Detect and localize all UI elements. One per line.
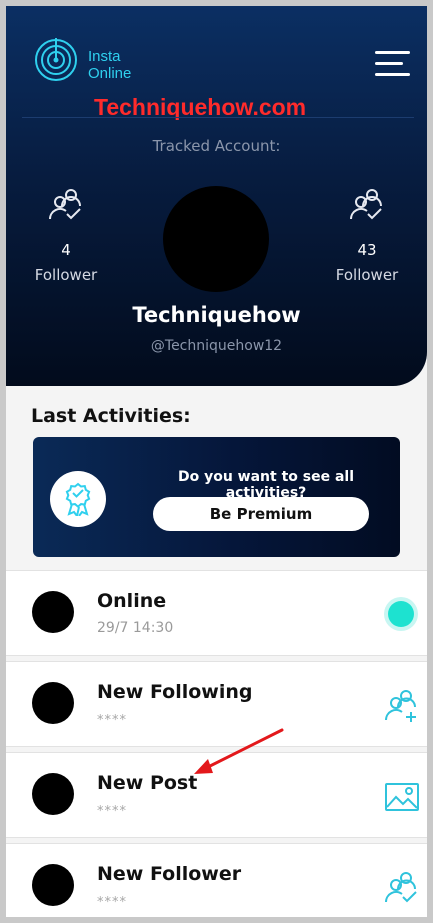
activity-row-online[interactable]: Online 29/7 14:30 <box>6 570 427 656</box>
stat-left-label: Follower <box>34 266 98 284</box>
activity-masked-detail: **** <box>97 713 127 728</box>
activity-row-new-follower[interactable]: New Follower **** <box>6 843 427 917</box>
activity-masked-detail: **** <box>97 895 127 910</box>
stat-right-label: Follower <box>335 266 399 284</box>
user-add-icon <box>385 690 416 722</box>
activity-title: Online <box>97 590 167 612</box>
image-icon <box>385 783 419 811</box>
profile-handle: @Techniquehow12 <box>150 338 283 354</box>
app-screen: Insta Online Techniquehow.com Tracked Ac… <box>6 6 427 917</box>
premium-banner: Do you want to see all activities? Be Pr… <box>33 437 400 557</box>
tracked-account-header: Insta Online Techniquehow.com Tracked Ac… <box>6 6 427 386</box>
hamburger-menu-icon[interactable] <box>375 51 410 77</box>
profile-avatar[interactable] <box>163 186 269 292</box>
stat-followers-left[interactable]: 4 Follower <box>11 186 121 284</box>
activity-title: New Following <box>97 681 253 703</box>
stat-followers-right[interactable]: 43 Follower <box>312 186 422 284</box>
profile-name: Techniquehow <box>132 303 301 327</box>
award-ribbon-icon <box>65 482 91 516</box>
annotation-arrow-icon <box>194 728 284 774</box>
activity-title: New Follower <box>97 863 242 885</box>
stat-right-value: 43 <box>357 241 377 259</box>
activity-avatar <box>32 864 74 906</box>
activity-timestamp: 29/7 14:30 <box>97 620 174 636</box>
stat-left-value: 4 <box>61 241 71 259</box>
activity-avatar <box>32 591 74 633</box>
app-name-line2: Online <box>88 65 132 82</box>
online-status-dot <box>388 601 414 627</box>
activity-avatar <box>32 773 74 815</box>
be-premium-button[interactable]: Be Premium <box>153 497 369 531</box>
activity-title: New Post <box>97 772 198 794</box>
activity-avatar <box>32 682 74 724</box>
user-check-icon <box>350 189 382 220</box>
header-divider <box>22 117 414 118</box>
tracked-account-label: Tracked Account: <box>152 137 281 155</box>
activity-masked-detail: **** <box>97 804 127 819</box>
app-name-line1: Insta <box>88 48 121 65</box>
premium-badge <box>50 471 106 527</box>
user-check-icon <box>385 872 417 903</box>
user-check-icon <box>49 189 81 220</box>
radar-logo-icon <box>35 38 77 81</box>
last-activities-title: Last Activities: <box>31 405 191 427</box>
app-name: Insta Online <box>88 48 131 82</box>
